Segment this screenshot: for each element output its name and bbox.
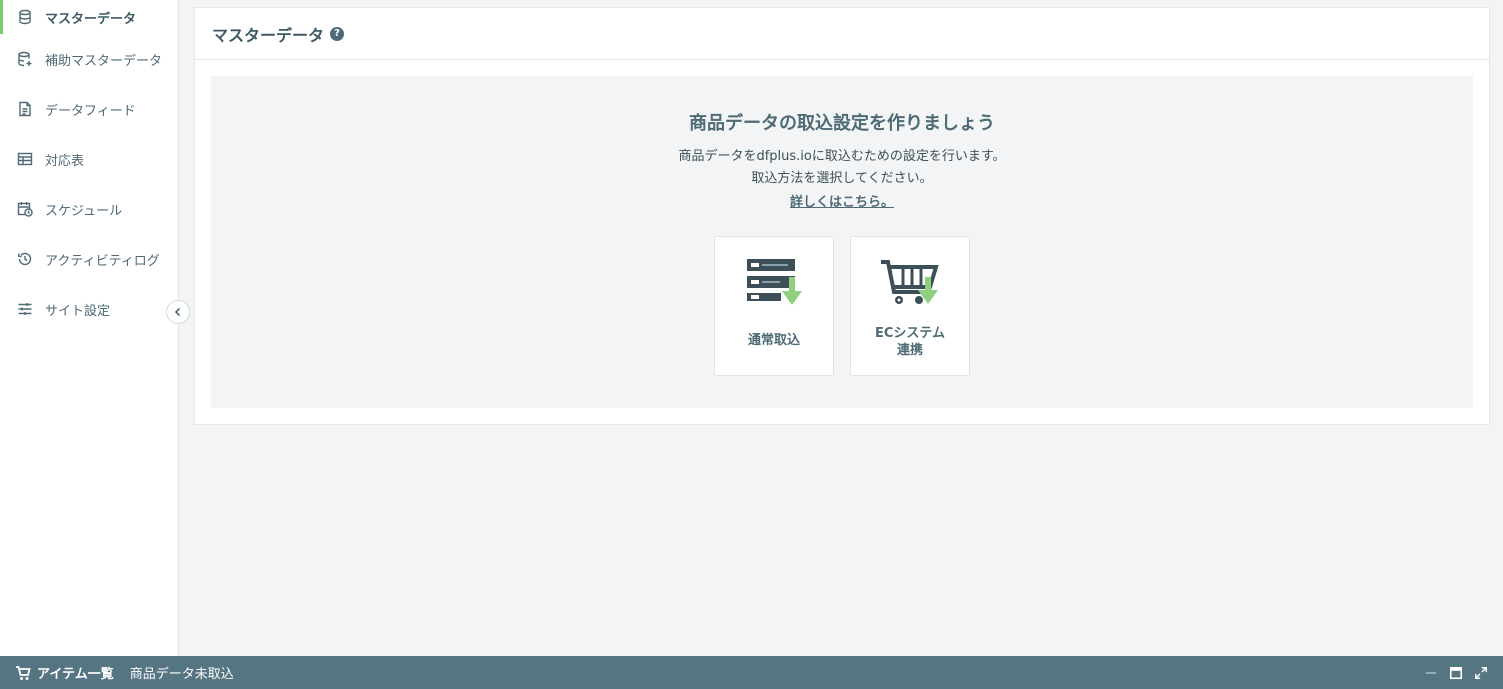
card-label-line2: 連携 xyxy=(896,343,923,358)
sidebar-item-master-data[interactable]: マスターデータ xyxy=(0,0,178,34)
sidebar-item-label: サイト設定 xyxy=(45,303,111,319)
sidebar-item-label: データフィード xyxy=(45,103,136,119)
sidebar-item-mapping-table[interactable]: 対応表 xyxy=(0,134,178,184)
sidebar-item-label: アクティビティログ xyxy=(45,253,160,269)
sidebar: マスターデータ 補助マスターデータ データフィード 対応表 スケジュール アクテ… xyxy=(0,0,179,656)
panel-header: マスターデータ ? xyxy=(195,8,1489,60)
history-icon xyxy=(16,251,33,268)
main-panel: マスターデータ ? 商品データの取込設定を作りましょう 商品データをdfplus… xyxy=(194,7,1490,425)
sidebar-item-label: 対応表 xyxy=(45,153,85,169)
minimize-icon xyxy=(1425,671,1437,674)
sidebar-item-label: スケジュール xyxy=(45,203,123,219)
empty-state-desc-line2: 取込方法を選択してください。 xyxy=(751,171,933,186)
empty-state: 商品データの取込設定を作りましょう 商品データをdfplus.ioに取込むための… xyxy=(211,76,1473,408)
sidebar-item-sub-master-data[interactable]: 補助マスターデータ xyxy=(0,34,178,84)
empty-state-heading: 商品データの取込設定を作りましょう xyxy=(689,113,995,134)
calendar-clock-icon xyxy=(16,201,33,218)
table-icon xyxy=(16,151,33,168)
document-icon xyxy=(16,101,33,118)
item-list-bar[interactable]: アイテム一覧 商品データ未取込 xyxy=(0,656,1503,689)
chevron-left-icon xyxy=(174,307,181,317)
sliders-icon xyxy=(16,301,33,318)
sidebar-item-site-settings[interactable]: サイト設定 xyxy=(0,284,178,334)
item-list-status: 商品データ未取込 xyxy=(129,667,234,682)
item-list-title: アイテム一覧 xyxy=(37,667,114,682)
help-icon[interactable]: ? xyxy=(330,26,345,41)
window-controls xyxy=(1423,656,1489,689)
empty-state-description: 商品データをdfplus.ioに取込むための設定を行います。 取込方法を選択して… xyxy=(211,146,1473,190)
standard-import-card[interactable]: 通常取込 xyxy=(714,236,834,376)
sidebar-item-data-feed[interactable]: データフィード xyxy=(0,84,178,134)
database-add-icon xyxy=(16,51,33,68)
ec-system-integration-card[interactable]: ECシステム 連携 xyxy=(850,236,970,376)
sidebar-item-activity-log[interactable]: アクティビティログ xyxy=(0,234,178,284)
sidebar-item-label: 補助マスターデータ xyxy=(45,53,163,69)
learn-more-link[interactable]: 詳しくはこちら。 xyxy=(790,195,894,210)
card-label-line1: ECシステム xyxy=(874,326,946,341)
cart-download-icon xyxy=(851,257,969,307)
learn-more: 詳しくはこちら。 xyxy=(211,191,1473,210)
maximize-icon xyxy=(1449,666,1463,679)
card-label: 通常取込 xyxy=(747,333,800,348)
empty-state-desc-line1: 商品データをdfplus.ioに取込むための設定を行います。 xyxy=(678,149,1006,164)
maximize-button[interactable] xyxy=(1448,665,1464,681)
sidebar-collapse-button[interactable] xyxy=(166,300,190,324)
minimize-button[interactable] xyxy=(1423,665,1439,681)
card-label: ECシステム 連携 xyxy=(851,325,969,359)
sidebar-item-label: マスターデータ xyxy=(45,11,137,27)
database-icon xyxy=(16,9,33,26)
expand-icon xyxy=(1475,666,1487,679)
expand-button[interactable] xyxy=(1473,665,1489,681)
page-title: マスターデータ xyxy=(212,25,325,45)
server-download-icon xyxy=(715,257,833,307)
cart-icon xyxy=(16,665,31,680)
sidebar-item-schedule[interactable]: スケジュール xyxy=(0,184,178,234)
